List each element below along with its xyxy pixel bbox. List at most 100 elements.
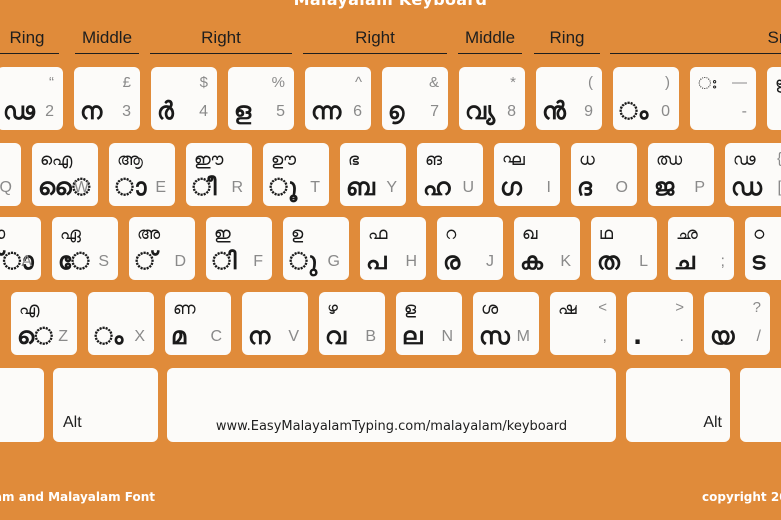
key-bottom-,[interactable]: ഷ, < [550, 292, 616, 355]
key-top-E[interactable]: ആാ E [109, 143, 175, 206]
key-bottom-B[interactable]: ഴവ B [319, 292, 385, 355]
key-bottom-/[interactable]: യ /? [704, 292, 770, 355]
main-char: ള [234, 97, 252, 125]
main-char: ി [212, 247, 237, 275]
english-key: , [602, 328, 607, 345]
key-top-R[interactable]: ഈീ R [186, 143, 252, 206]
shifted-char: ഖ [522, 224, 538, 244]
english-key: . [679, 328, 684, 345]
key-number-5[interactable]: ള 5% [228, 67, 294, 130]
key-right-blank[interactable] [740, 368, 781, 442]
main-char: സ [479, 322, 510, 350]
key-bottom-C[interactable]: ണമ C [165, 292, 231, 355]
main-char: ൂ [269, 173, 298, 201]
key-bottom-.[interactable]: .. > [627, 292, 693, 355]
english-shift-key: ^ [354, 74, 362, 91]
key-bottom-X[interactable]: ം X [88, 292, 154, 355]
key-label: Alt [703, 414, 722, 431]
key-space[interactable]: www.EasyMalayalamTyping.com/malayalam/ke… [167, 368, 616, 442]
key-top-[[interactable]: ഢഡ [{ [725, 143, 781, 206]
english-key: Z [58, 328, 68, 345]
key-number-9[interactable]: ൻ 9 ( [536, 67, 602, 130]
key-top-U[interactable]: ങഹU [417, 143, 483, 206]
english-shift-key: ( [588, 74, 593, 91]
shifted-char: എ [19, 299, 40, 319]
shifted-char: ഛ [676, 224, 698, 244]
key-number-4[interactable]: ർ 4 $ [151, 67, 217, 130]
main-char: ന്ന [311, 97, 342, 125]
english-key: W [73, 179, 89, 196]
key-home-K[interactable]: ഖകK [514, 217, 580, 280]
shifted-char: ഈ [194, 150, 224, 170]
key-left-blank[interactable] [0, 368, 44, 442]
key-home-J[interactable]: റര J [437, 217, 503, 280]
key-number-2[interactable]: ഢ 2 “ [0, 67, 63, 130]
english-key: F [253, 253, 263, 270]
key-number-10[interactable]: ഋ [767, 67, 781, 130]
shifted-char: ങ [425, 150, 443, 170]
main-char: ാ [115, 173, 147, 201]
english-key: V [288, 328, 299, 345]
shifted-char: ാ [0, 224, 5, 244]
english-shift-key: < [598, 299, 607, 316]
key-number--[interactable]: ഃ - — [690, 67, 756, 130]
key-top-P[interactable]: ഝജ P [648, 143, 714, 206]
main-char: ബ [346, 173, 375, 201]
shifted-char: ഏ [60, 224, 81, 244]
shifted-char: ഋ [775, 74, 781, 94]
key-bottom-N[interactable]: ളല N [396, 292, 462, 355]
finger-label-right: Right [150, 29, 292, 54]
main-char: ഗ [500, 173, 522, 201]
english-key: X [134, 328, 145, 345]
shifted-char: ഫ [368, 224, 388, 244]
key-right-alt[interactable]: Alt [626, 368, 730, 442]
main-char: ് [135, 247, 157, 275]
key-bottom-Z[interactable]: എെ Z [11, 292, 77, 355]
page-title: Malayalam Keyboard [0, 0, 781, 9]
key-home-G[interactable]: ഉു G [283, 217, 349, 280]
english-key: E [155, 179, 166, 196]
key-left-alt[interactable]: Alt [53, 368, 158, 442]
key-top-I[interactable]: ഘഗ I [494, 143, 560, 206]
shifted-char: റ [445, 224, 457, 244]
key-number-0[interactable]: ം 0) [613, 67, 679, 130]
key-top-O[interactable]: ധദ O [571, 143, 637, 206]
main-char: ന [248, 322, 271, 350]
key-home-10[interactable]: ഠട [745, 217, 781, 280]
key-top-Y[interactable]: ഭബY [340, 143, 406, 206]
key-number-6[interactable]: ന്ന 6 ^ [305, 67, 371, 130]
english-key: S [98, 253, 109, 270]
main-char: വ്യ [465, 97, 496, 125]
main-char: ഢ [3, 97, 35, 125]
english-shift-key: * [510, 74, 516, 91]
english-key: L [639, 253, 648, 270]
key-home-H[interactable]: ഫപ H [360, 217, 426, 280]
english-key: U [462, 179, 474, 196]
key-home-F[interactable]: ഇി F [206, 217, 272, 280]
english-shift-key: — [732, 74, 747, 91]
key-top-T[interactable]: ഊൂ T [263, 143, 329, 206]
main-char: ദ [577, 173, 592, 201]
key-number-7[interactable]: ൭ 7 & [382, 67, 448, 130]
key-home-L[interactable]: ഥത L [591, 217, 657, 280]
key-home-;[interactable]: ഛ ച; [668, 217, 734, 280]
finger-label-middle: Middle [458, 29, 522, 54]
english-shift-key: ? [752, 299, 761, 316]
main-char: പ [366, 247, 387, 275]
key-number-8[interactable]: വ്യ 8 * [459, 67, 525, 130]
english-key: 4 [199, 103, 208, 120]
key-bottom-V[interactable]: നV [242, 292, 308, 355]
key-home-S[interactable]: ഏേ S [52, 217, 118, 280]
key-home-D[interactable]: അ് D [129, 217, 195, 280]
shifted-char: ഐ [40, 150, 73, 170]
finger-label-right: Right [303, 29, 447, 54]
english-key: I [546, 179, 551, 196]
key-home-A[interactable]: ാ്ാA [0, 217, 41, 280]
main-char: യ [710, 322, 735, 350]
key-bottom-M[interactable]: ശസM [473, 292, 539, 355]
key-number-3[interactable]: ന 3 £ [74, 67, 140, 130]
key-top-W[interactable]: ഐൈ W [32, 143, 98, 206]
key-top-Q[interactable]: Q [0, 143, 21, 206]
english-key: 6 [353, 103, 362, 120]
shifted-char: ശ [481, 299, 499, 319]
